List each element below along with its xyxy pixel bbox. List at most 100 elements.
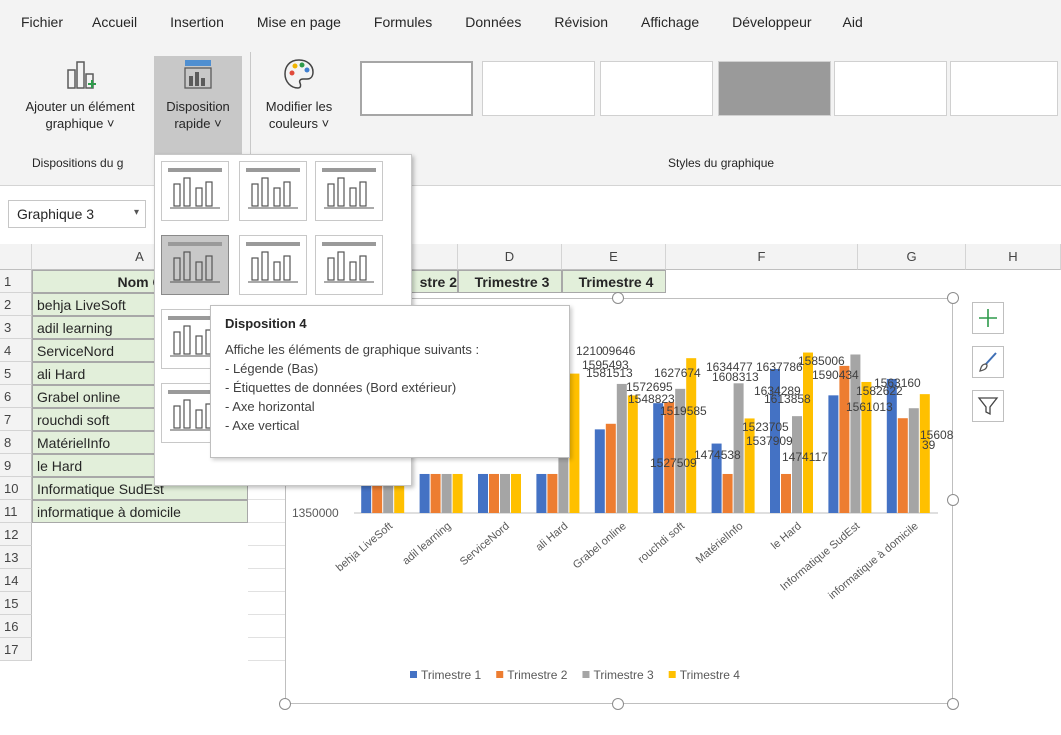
header-trimestre-4[interactable]: Trimestre 4 [562,270,666,293]
chart-style-2[interactable] [482,61,595,116]
row-header[interactable]: 12 [0,523,32,546]
bar [511,473,521,513]
tab-accueil[interactable]: Accueil [74,14,148,30]
name-box[interactable]: Graphique 3 ▾ [8,200,146,228]
select-all-corner[interactable] [0,244,32,270]
chart-style-5[interactable] [834,61,947,116]
layout-option-2[interactable] [239,161,307,221]
x-tick-label: adil learning [400,520,453,567]
data-label: 1210 [576,344,603,358]
row-header[interactable]: 13 [0,546,32,569]
column-header-h[interactable]: H [966,244,1061,270]
add-chart-element-button[interactable]: Ajouter un élément graphique ˅ [6,56,154,156]
add-element-label-2: graphique ˅ [45,116,115,131]
row-header[interactable]: 16 [0,615,32,638]
data-label: 1637786 [756,360,803,374]
row-header[interactable]: 11 [0,500,32,523]
data-label: 1474538 [694,448,741,462]
row-header[interactable]: 10 [0,477,32,500]
resize-handle-top-right[interactable] [947,292,959,304]
chart-styles-button[interactable] [972,346,1004,378]
resize-handle-mid-right[interactable] [947,494,959,506]
chart-style-4[interactable] [718,61,831,116]
client-name-cell[interactable]: informatique à domicile [32,500,248,523]
layout-option-4[interactable] [161,235,229,295]
x-tick-label: Grabel online [571,520,629,571]
resize-handle-bottom-right[interactable] [947,698,959,710]
column-header-e[interactable]: E [562,244,666,270]
tab-fichier[interactable]: Fichier [10,14,74,30]
change-colors-label-2: couleurs ˅ [268,116,330,131]
chart-elements-button[interactable] [972,302,1004,334]
row-header[interactable]: 8 [0,431,32,454]
change-colors-button[interactable]: Modifier les couleurs ˅ [258,56,340,156]
tab-donnees[interactable]: Données [443,14,532,30]
y-tick-label: 1350000 [292,506,339,520]
row-header[interactable]: 7 [0,408,32,431]
column-header-g[interactable]: G [858,244,966,270]
tab-formules[interactable]: Formules [352,14,443,30]
tab-insertion[interactable]: Insertion [148,14,235,30]
layout-option-6[interactable] [315,235,383,295]
resize-handle-top-mid[interactable] [612,292,624,304]
layout-option-1[interactable] [161,161,229,221]
bar [536,473,547,513]
data-label: 1523705 [742,420,789,434]
tab-aide[interactable]: Aid [823,14,874,30]
palette-icon [284,59,314,89]
data-label: 1563160 [874,376,921,390]
x-tick-label: ServiceNord [458,520,512,568]
tab-revision[interactable]: Révision [532,14,619,30]
layout-option-3[interactable] [315,161,383,221]
row-header[interactable]: 6 [0,385,32,408]
legend-swatch [582,671,590,678]
bar [594,429,605,513]
bar [605,423,616,513]
legend-swatch [668,671,676,678]
row-header[interactable]: 17 [0,638,32,661]
row-header[interactable]: 14 [0,569,32,592]
data-label: 1527509 [650,456,697,470]
bar [792,416,802,513]
data-label: 39 [922,438,936,452]
data-label: 1613858 [764,392,811,406]
quick-layout-button[interactable]: Disposition rapide ˅ [154,56,242,156]
row-header[interactable]: 1 [0,270,32,293]
legend-label: Trimestre 2 [507,668,568,682]
resize-handle-bottom-left[interactable] [279,698,291,710]
column-header-f[interactable]: F [666,244,858,270]
quick-layout-label-2: rapide ˅ [174,116,222,131]
row-header[interactable]: 2 [0,293,32,316]
tab-mise-en-page[interactable]: Mise en page [235,14,352,30]
row-header[interactable]: 5 [0,362,32,385]
header-trimestre-3[interactable]: Trimestre 3 [458,270,562,293]
chart-style-3[interactable] [600,61,713,116]
bar [722,473,733,513]
legend-label: Trimestre 4 [680,668,741,682]
row-header[interactable]: 4 [0,339,32,362]
data-label: 1608313 [712,370,759,384]
bar [627,395,638,513]
layout-option-5[interactable] [239,235,307,295]
quick-layout-icon [184,60,212,89]
bar [616,383,627,513]
legend-swatch [410,671,417,678]
chart-filters-button[interactable] [972,390,1004,422]
row-header[interactable]: 9 [0,454,32,477]
resize-handle-bottom-mid[interactable] [612,698,624,710]
tooltip-intro: Affiche les éléments de graphique suivan… [225,342,480,357]
tab-affichage[interactable]: Affichage [619,14,710,30]
bar [452,473,463,513]
chart-style-6[interactable] [950,61,1058,116]
tooltip-item: - Légende (Bas) [225,361,319,376]
bar [500,473,510,513]
ribbon-tabs: Fichier Accueil Insertion Mise en page F… [0,0,1061,44]
column-header-d[interactable]: D [458,244,562,270]
row-header[interactable]: 15 [0,592,32,615]
chart-style-1[interactable] [360,61,473,116]
row-header[interactable]: 3 [0,316,32,339]
bar [547,473,558,513]
bar [478,473,488,513]
tab-developpeur[interactable]: Développeur [710,14,822,30]
x-tick-label: rouchdi soft [636,520,687,566]
